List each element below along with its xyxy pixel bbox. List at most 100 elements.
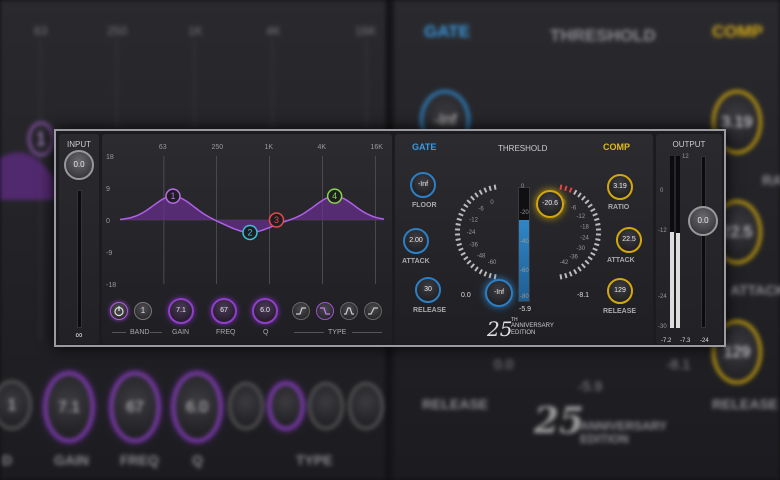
eq-db-label: 18 xyxy=(106,154,114,161)
meter-segment xyxy=(587,255,593,261)
meter-segment xyxy=(584,259,590,265)
output-meter-left-fill xyxy=(670,231,674,328)
floor-knob[interactable]: -Inf xyxy=(410,172,436,198)
meter-scale-label: -30 xyxy=(576,246,585,252)
background-comp-title: COMP xyxy=(712,22,763,41)
meter-segment xyxy=(474,266,479,272)
background-freq-16k: 16K xyxy=(355,24,377,38)
band-divider xyxy=(112,332,126,333)
meter-segment xyxy=(559,184,563,190)
output-fader-track[interactable] xyxy=(701,156,706,328)
band-select-button[interactable]: 1 xyxy=(134,302,152,320)
eq-band-number: 1 xyxy=(170,191,175,201)
meter-segment xyxy=(488,272,492,279)
meter-scale-label: -6 xyxy=(478,207,484,213)
background-high-cut-icon xyxy=(268,382,304,430)
meter-segment xyxy=(483,271,488,277)
background-q-knob: 6.0 xyxy=(172,372,222,442)
type-high-shelf-button[interactable] xyxy=(364,302,382,320)
background-threshold-readout: -5.9 xyxy=(578,378,603,394)
background-threshold-title: THRESHOLD xyxy=(550,26,656,45)
eq-controls: 1 7.1 67 6.0 BAND GAIN FREQ Q TYPE xyxy=(102,294,392,344)
comp-threshold-knob[interactable]: -20.6 xyxy=(536,190,564,218)
comp-release-knob[interactable]: 129 xyxy=(607,278,633,304)
band-power-button[interactable] xyxy=(110,302,128,320)
power-icon xyxy=(114,306,124,317)
meter-segment xyxy=(577,266,582,272)
eq-section: 18 9 0 -9 -18 63 250 1K 4K 16K 1 2 3 4 1 7.1 67 6.0 xyxy=(102,134,392,344)
meter-segment xyxy=(587,203,593,209)
background-freq-250: 250 xyxy=(107,24,128,38)
meter-scale-label: -12 xyxy=(576,214,585,220)
background-freq-63: 63 xyxy=(34,24,48,38)
meter-segment xyxy=(470,263,475,269)
meter-segment xyxy=(456,242,462,247)
meter-segment xyxy=(592,247,598,252)
background-q-label: Q xyxy=(192,452,203,468)
input-gain-knob[interactable]: 0.0 xyxy=(64,150,94,180)
q-knob[interactable]: 6.0 xyxy=(252,298,278,324)
meter-scale-label: -42 xyxy=(560,260,569,266)
meter-segment xyxy=(584,199,590,205)
meter-scale-label: -60 xyxy=(488,260,497,266)
gate-threshold-knob[interactable]: -Inf xyxy=(485,279,513,307)
meter-scale-label: -24 xyxy=(467,230,476,236)
comp-title: COMP xyxy=(603,142,630,152)
input-fader-track[interactable] xyxy=(77,190,82,328)
output-gain-knob[interactable]: 0.0 xyxy=(688,206,718,236)
bell-icon xyxy=(344,307,354,315)
background-band-knob: 1 xyxy=(0,380,32,430)
meter-segment xyxy=(564,185,568,192)
meter-scale-label: -6 xyxy=(571,205,577,211)
meter-segment xyxy=(573,269,578,275)
background-freq-4k: 4K xyxy=(266,24,281,38)
gain-knob[interactable]: 7.1 xyxy=(168,298,194,324)
eq-band-number: 4 xyxy=(332,191,337,201)
comp-attack-knob[interactable]: 22.5 xyxy=(616,227,642,253)
threshold-meter-fill xyxy=(519,219,529,301)
stage: 63 250 1K 4K 16K 1 1 7.1 67 6.0 D GAIN F… xyxy=(0,0,780,480)
eq-db-label: 0 xyxy=(106,218,110,225)
background-comp-readout: -8.1 xyxy=(666,356,691,372)
type-divider xyxy=(352,332,382,333)
meter-segment xyxy=(456,217,462,222)
background-freq-1k: 1K xyxy=(188,24,203,38)
type-low-shelf-button[interactable] xyxy=(292,302,310,320)
freq-knob[interactable]: 67 xyxy=(211,298,237,324)
type-bell-button[interactable] xyxy=(340,302,358,320)
meter-segment xyxy=(460,251,466,257)
meter-segment xyxy=(474,192,479,198)
meter-segment xyxy=(478,269,483,275)
meter-scale-label: -36 xyxy=(569,255,578,261)
background-bell-icon xyxy=(308,382,344,430)
input-min-label: ∞ xyxy=(75,330,83,341)
logo-line-1: ANNIVERSARY xyxy=(511,323,554,329)
meter-segment xyxy=(463,255,469,261)
eq-graph[interactable]: 18 9 0 -9 -18 63 250 1K 4K 16K 1 2 3 4 xyxy=(102,134,392,294)
eq-db-label: 9 xyxy=(106,186,110,193)
meter-segment xyxy=(594,242,600,247)
meter-segment xyxy=(470,195,475,201)
background-gate-release-label: RELEASE xyxy=(422,396,489,412)
gate-release-knob[interactable]: 30 xyxy=(415,277,441,303)
eq-db-label: -18 xyxy=(106,282,116,289)
background-gate-readout: 0.0 xyxy=(494,356,514,372)
meter-scale-label: -36 xyxy=(469,243,478,249)
meter-segment xyxy=(460,207,466,213)
background-band-label: D xyxy=(2,452,13,468)
output-readout-left: -7.2 xyxy=(661,338,672,344)
meter-segment xyxy=(594,217,600,222)
dynamics-section: GATE THRESHOLD COMP -Inf FLOOR 2.00 ATTA… xyxy=(395,134,653,344)
meter-segment xyxy=(577,192,582,198)
background-freq-knob: 67 xyxy=(110,372,160,442)
type-high-cut-button[interactable] xyxy=(316,302,334,320)
meter-segment xyxy=(559,274,563,280)
eq-band-number: 2 xyxy=(247,227,252,237)
meter-segment xyxy=(458,247,464,252)
ratio-knob[interactable]: 3.19 xyxy=(607,174,633,200)
output-scale: -24 xyxy=(658,294,667,300)
background-low-shelf-icon xyxy=(228,382,264,430)
input-strip: INPUT 0.0 ∞ xyxy=(59,134,99,344)
meter-segment xyxy=(483,187,488,193)
gate-attack-knob[interactable]: 2.00 xyxy=(403,228,429,254)
